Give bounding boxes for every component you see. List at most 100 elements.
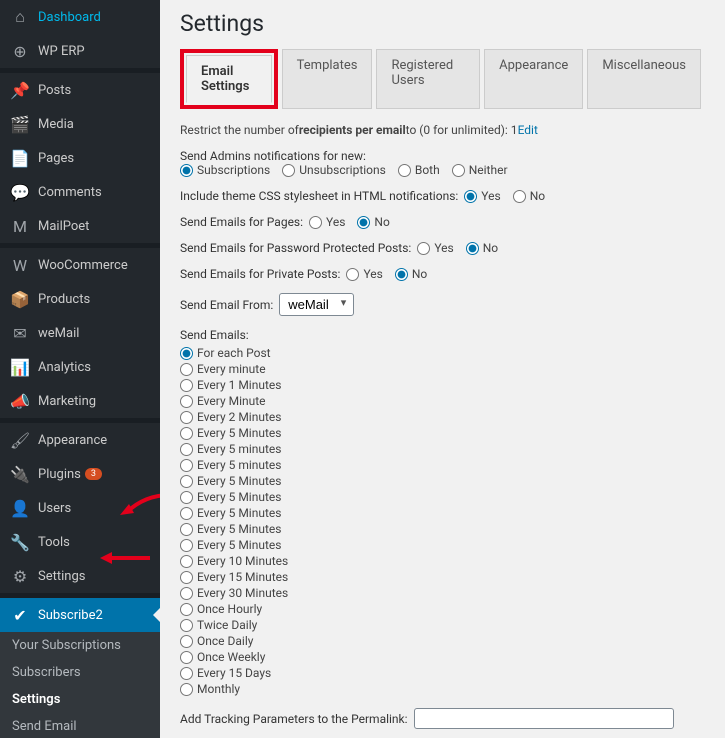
tracking-row: Add Tracking Parameters to the Permalink… bbox=[180, 708, 705, 729]
send-emails-option[interactable]: Once Daily bbox=[180, 634, 705, 648]
admin-notif-option[interactable]: Both bbox=[398, 163, 440, 177]
send-emails-radio[interactable] bbox=[180, 603, 193, 616]
send-emails-option[interactable]: Every 5 Minutes bbox=[180, 474, 705, 488]
css-option[interactable]: Yes bbox=[464, 189, 500, 203]
sidebar-item-settings[interactable]: ⚙Settings bbox=[0, 559, 160, 593]
send-emails-option[interactable]: Every 30 Minutes bbox=[180, 586, 705, 600]
admin-notif-option[interactable]: Neither bbox=[452, 163, 508, 177]
priv-option[interactable]: No bbox=[395, 267, 427, 281]
sidebar-item-dashboard[interactable]: ⌂Dashboard bbox=[0, 0, 160, 34]
css-option[interactable]: No bbox=[513, 189, 545, 203]
label: Include theme CSS stylesheet in HTML not… bbox=[180, 189, 458, 203]
pwd-radio[interactable] bbox=[417, 242, 430, 255]
send-emails-radio[interactable] bbox=[180, 619, 193, 632]
send-emails-radio[interactable] bbox=[180, 587, 193, 600]
pages-option[interactable]: No bbox=[357, 215, 389, 229]
sidebar-item-media[interactable]: 🎬Media bbox=[0, 107, 160, 141]
sidebar-item-posts[interactable]: 📌Posts bbox=[0, 68, 160, 107]
pwd-option[interactable]: No bbox=[466, 241, 498, 255]
tracking-input[interactable] bbox=[414, 708, 674, 729]
submenu-your-subscriptions[interactable]: Your Subscriptions bbox=[0, 632, 160, 659]
send-emails-option[interactable]: Every 5 minutes bbox=[180, 458, 705, 472]
send-emails-option[interactable]: Every Minute bbox=[180, 394, 705, 408]
send-emails-option[interactable]: Every 15 Days bbox=[180, 666, 705, 680]
send-emails-radio[interactable] bbox=[180, 571, 193, 584]
sidebar-item-users[interactable]: 👤Users bbox=[0, 491, 160, 525]
admin-notif-option[interactable]: Subscriptions bbox=[180, 163, 270, 177]
pwd-option[interactable]: Yes bbox=[417, 241, 453, 255]
admin-notif-radio[interactable] bbox=[398, 164, 411, 177]
send-emails-option[interactable]: Every 2 Minutes bbox=[180, 410, 705, 424]
send-emails-radio[interactable] bbox=[180, 539, 193, 552]
sidebar-item-pages[interactable]: 📄Pages bbox=[0, 141, 160, 175]
send-emails-radio[interactable] bbox=[180, 683, 193, 696]
sidebar-item-marketing[interactable]: 📣Marketing bbox=[0, 384, 160, 418]
submenu-settings[interactable]: Settings bbox=[0, 686, 160, 713]
pages-option[interactable]: Yes bbox=[309, 215, 345, 229]
send-emails-option[interactable]: Monthly bbox=[180, 682, 705, 696]
send-emails-option[interactable]: Twice Daily bbox=[180, 618, 705, 632]
sidebar-item-subscribe2[interactable]: ✔Subscribe2 bbox=[0, 593, 160, 632]
send-from-select[interactable]: weMail bbox=[279, 293, 354, 316]
submenu-subscribers[interactable]: Subscribers bbox=[0, 659, 160, 686]
sidebar-item-plugins[interactable]: 🔌Plugins3 bbox=[0, 457, 160, 491]
send-emails-radio[interactable] bbox=[180, 443, 193, 456]
send-emails-option[interactable]: Every 5 Minutes bbox=[180, 506, 705, 520]
css-radio[interactable] bbox=[464, 190, 477, 203]
sidebar-item-wemail[interactable]: ✉weMail bbox=[0, 316, 160, 350]
css-radio[interactable] bbox=[513, 190, 526, 203]
sidebar-item-wp-erp[interactable]: ⊕WP ERP bbox=[0, 34, 160, 68]
pages-radio[interactable] bbox=[309, 216, 322, 229]
tab-miscellaneous[interactable]: Miscellaneous bbox=[587, 49, 701, 109]
send-emails-radio[interactable] bbox=[180, 379, 193, 392]
send-emails-option[interactable]: Every minute bbox=[180, 362, 705, 376]
send-emails-option[interactable]: Every 10 Minutes bbox=[180, 554, 705, 568]
send-emails-option[interactable]: Every 15 Minutes bbox=[180, 570, 705, 584]
send-emails-option[interactable]: Every 1 Minutes bbox=[180, 378, 705, 392]
tab-registered-users[interactable]: Registered Users bbox=[376, 49, 480, 109]
submenu-send-email[interactable]: Send Email bbox=[0, 713, 160, 738]
send-emails-radio[interactable] bbox=[180, 395, 193, 408]
send-emails-radio[interactable] bbox=[180, 651, 193, 664]
send-emails-radio[interactable] bbox=[180, 635, 193, 648]
send-emails-option[interactable]: Once Weekly bbox=[180, 650, 705, 664]
send-emails-radio[interactable] bbox=[180, 411, 193, 424]
send-emails-radio[interactable] bbox=[180, 347, 193, 360]
send-emails-option[interactable]: Every 5 Minutes bbox=[180, 538, 705, 552]
send-emails-radio[interactable] bbox=[180, 475, 193, 488]
pwd-radio[interactable] bbox=[466, 242, 479, 255]
tab-appearance[interactable]: Appearance bbox=[484, 49, 583, 109]
send-emails-radio[interactable] bbox=[180, 427, 193, 440]
priv-option[interactable]: Yes bbox=[346, 267, 382, 281]
send-emails-radio[interactable] bbox=[180, 555, 193, 568]
sidebar-item-appearance[interactable]: 🖌Appearance bbox=[0, 418, 160, 457]
send-emails-radio[interactable] bbox=[180, 523, 193, 536]
sidebar-item-tools[interactable]: 🔧Tools bbox=[0, 525, 160, 559]
send-emails-option[interactable]: Every 5 minutes bbox=[180, 442, 705, 456]
send-emails-option[interactable]: For each Post bbox=[180, 346, 705, 360]
send-emails-radio[interactable] bbox=[180, 507, 193, 520]
send-emails-radio[interactable] bbox=[180, 459, 193, 472]
send-emails-radio[interactable] bbox=[180, 491, 193, 504]
edit-link[interactable]: Edit bbox=[518, 123, 538, 137]
send-emails-radio[interactable] bbox=[180, 363, 193, 376]
sidebar-item-woocommerce[interactable]: WWooCommerce bbox=[0, 243, 160, 282]
send-emails-option[interactable]: Once Hourly bbox=[180, 602, 705, 616]
priv-radio[interactable] bbox=[395, 268, 408, 281]
send-emails-option[interactable]: Every 5 Minutes bbox=[180, 426, 705, 440]
tab-email-settings[interactable]: Email Settings bbox=[186, 55, 272, 103]
send-emails-option[interactable]: Every 5 Minutes bbox=[180, 490, 705, 504]
sidebar-item-products[interactable]: 📦Products bbox=[0, 282, 160, 316]
admin-notif-option[interactable]: Unsubscriptions bbox=[282, 163, 386, 177]
sidebar-item-mailpoet[interactable]: MMailPoet bbox=[0, 209, 160, 243]
admin-notif-radio[interactable] bbox=[452, 164, 465, 177]
admin-notif-radio[interactable] bbox=[180, 164, 193, 177]
priv-radio[interactable] bbox=[346, 268, 359, 281]
pages-radio[interactable] bbox=[357, 216, 370, 229]
send-emails-option[interactable]: Every 5 Minutes bbox=[180, 522, 705, 536]
send-emails-radio[interactable] bbox=[180, 667, 193, 680]
tab-templates[interactable]: Templates bbox=[282, 49, 373, 109]
admin-notif-radio[interactable] bbox=[282, 164, 295, 177]
sidebar-item-comments[interactable]: 💬Comments bbox=[0, 175, 160, 209]
sidebar-item-analytics[interactable]: 📊Analytics bbox=[0, 350, 160, 384]
